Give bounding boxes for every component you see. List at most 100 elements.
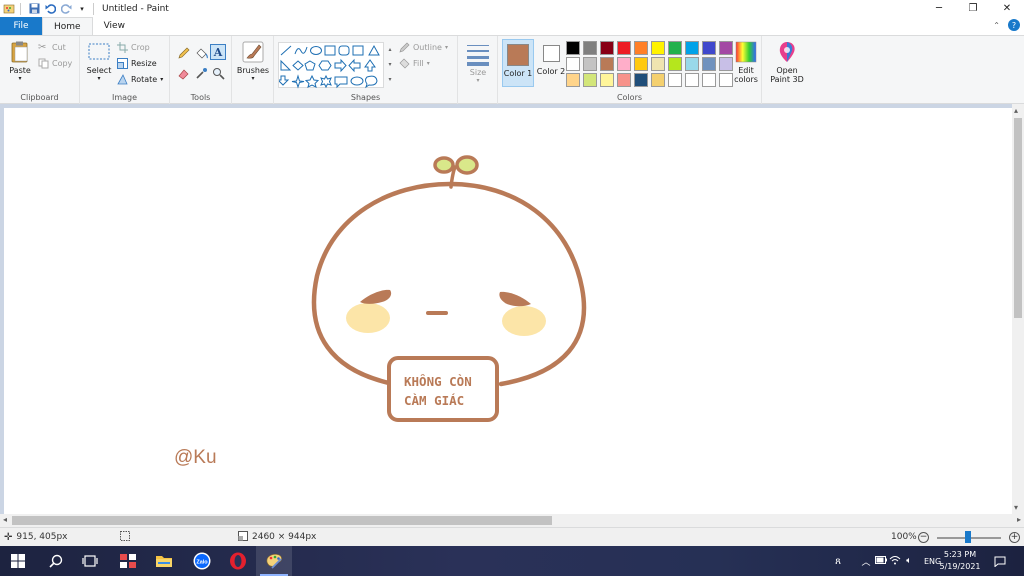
close-button[interactable]: ✕	[990, 0, 1024, 17]
clock-time: 5:23 PM	[943, 550, 977, 559]
color2-selector[interactable]: Color 2	[535, 39, 567, 87]
text-tool-icon[interactable]: A	[210, 44, 226, 60]
taskbar-opera[interactable]	[220, 546, 256, 576]
tab-file[interactable]: File	[0, 17, 42, 35]
eraser-icon[interactable]	[175, 65, 191, 81]
zoom-out-button[interactable]: −	[918, 532, 929, 543]
palette-color-swatch[interactable]	[600, 73, 614, 87]
copy-button[interactable]: Copy	[38, 58, 72, 69]
cut-button[interactable]: ✂ Cut	[38, 42, 66, 53]
palette-color-swatch[interactable]	[566, 41, 580, 55]
taskbar-app-colorful[interactable]	[110, 546, 146, 576]
image-size: 2460 × 944px	[238, 530, 316, 544]
vertical-scrollbar[interactable]: ▴ ▾	[1012, 104, 1024, 514]
zoom-in-button[interactable]: +	[1009, 532, 1020, 543]
palette-color-swatch[interactable]	[719, 41, 733, 55]
paste-button[interactable]: Paste ▾	[6, 40, 34, 82]
palette-color-swatch[interactable]	[651, 41, 665, 55]
scroll-down-icon[interactable]: ▾	[1014, 503, 1018, 512]
restore-button[interactable]: ❐	[956, 0, 990, 17]
size-button[interactable]: Size ▾	[464, 42, 492, 84]
scroll-up-icon[interactable]: ▴	[1014, 106, 1018, 115]
collapse-ribbon-icon[interactable]: ⌃	[993, 21, 1000, 30]
fill-bucket-icon[interactable]	[193, 45, 209, 61]
palette-color-swatch[interactable]	[634, 73, 648, 87]
outline-button[interactable]: Outline ▾	[399, 42, 448, 53]
notifications-button[interactable]	[990, 546, 1010, 576]
tab-home[interactable]: Home	[42, 17, 93, 35]
horizontal-scrollbar[interactable]: ◂ ▸	[0, 514, 1024, 527]
task-view-button[interactable]	[72, 546, 108, 576]
brushes-button[interactable]: Brushes ▾	[236, 40, 270, 82]
palette-color-swatch[interactable]	[600, 41, 614, 55]
sign-text-line2: CÀM GIÁC	[404, 393, 464, 408]
redo-icon[interactable]	[59, 2, 73, 15]
taskbar-zalo[interactable]: Zalo	[184, 546, 220, 576]
palette-color-swatch[interactable]	[583, 73, 597, 87]
brushes-group: Brushes ▾	[232, 36, 274, 104]
wifi-icon[interactable]	[888, 555, 902, 568]
paint3d-label: Open Paint 3D	[770, 66, 804, 84]
palette-color-swatch[interactable]	[617, 57, 631, 71]
clock[interactable]: 5:23 PM 5/19/2021	[930, 549, 990, 573]
color1-label: Color 1	[503, 69, 533, 78]
palette-color-swatch[interactable]	[702, 57, 716, 71]
palette-color-swatch[interactable]	[668, 57, 682, 71]
volume-icon[interactable]: 🔈︎	[902, 556, 916, 566]
palette-color-swatch[interactable]	[634, 57, 648, 71]
customize-quick-access-icon[interactable]: ▾	[75, 2, 89, 15]
crop-icon	[117, 42, 128, 53]
outline-label: Outline	[413, 43, 442, 52]
rotate-button[interactable]: Rotate ▾	[117, 74, 163, 85]
select-button[interactable]: Select ▾	[85, 40, 113, 82]
tab-view[interactable]: View	[93, 17, 136, 35]
taskbar-paint[interactable]	[256, 546, 292, 576]
palette-color-swatch[interactable]	[685, 41, 699, 55]
undo-icon[interactable]	[43, 2, 57, 15]
minimize-button[interactable]: ─	[922, 0, 956, 17]
palette-color-swatch[interactable]	[566, 57, 580, 71]
zoom-slider-thumb[interactable]	[965, 531, 971, 543]
paint3d-icon	[779, 42, 795, 62]
open-paint3d-button[interactable]: Open Paint 3D	[767, 40, 807, 84]
palette-color-swatch[interactable]	[668, 41, 682, 55]
start-button[interactable]	[0, 546, 36, 576]
palette-color-swatch[interactable]	[617, 73, 631, 87]
resize-button[interactable]: Resize	[117, 58, 157, 69]
drawing-canvas[interactable]: KHÔNG CÒN CÀM GIÁC @Ku	[4, 108, 1012, 514]
palette-color-swatch[interactable]	[600, 57, 614, 71]
palette-color-swatch[interactable]	[651, 73, 665, 87]
battery-icon[interactable]	[874, 555, 888, 567]
palette-color-swatch[interactable]	[566, 73, 580, 87]
palette-color-swatch[interactable]	[583, 57, 597, 71]
color-picker-icon[interactable]	[193, 65, 209, 81]
magnifier-icon[interactable]	[210, 65, 226, 81]
scroll-left-icon[interactable]: ◂	[3, 515, 7, 524]
palette-color-swatch[interactable]	[634, 41, 648, 55]
pencil-icon[interactable]	[175, 45, 191, 61]
crop-button[interactable]: Crop	[117, 42, 150, 53]
vertical-scroll-thumb[interactable]	[1014, 118, 1022, 318]
palette-color-swatch[interactable]	[651, 57, 665, 71]
paint-app-icon[interactable]	[2, 2, 16, 15]
shapes-scroll[interactable]: ▴ ▾ ▾	[386, 42, 394, 88]
fill-button[interactable]: Fill ▾	[399, 58, 430, 69]
edit-colors-button[interactable]: Edit colors	[732, 40, 760, 84]
palette-color-swatch[interactable]	[617, 41, 631, 55]
palette-color-swatch[interactable]	[685, 73, 699, 87]
copy-icon	[38, 58, 49, 69]
palette-color-swatch[interactable]	[702, 41, 716, 55]
horizontal-scroll-thumb[interactable]	[12, 516, 552, 525]
show-hidden-icons-chevron[interactable]: ︿	[858, 555, 874, 568]
palette-color-swatch[interactable]	[702, 73, 716, 87]
palette-color-swatch[interactable]	[583, 41, 597, 55]
search-button[interactable]	[38, 546, 74, 576]
palette-color-swatch[interactable]	[685, 57, 699, 71]
palette-color-swatch[interactable]	[668, 73, 682, 87]
help-icon[interactable]: ?	[1008, 19, 1020, 31]
people-icon[interactable]: ጸ	[828, 556, 848, 567]
color1-selector[interactable]: Color 1	[502, 39, 534, 87]
taskbar-file-explorer[interactable]	[146, 546, 182, 576]
save-icon[interactable]	[27, 2, 41, 15]
scroll-right-icon[interactable]: ▸	[1017, 515, 1021, 524]
